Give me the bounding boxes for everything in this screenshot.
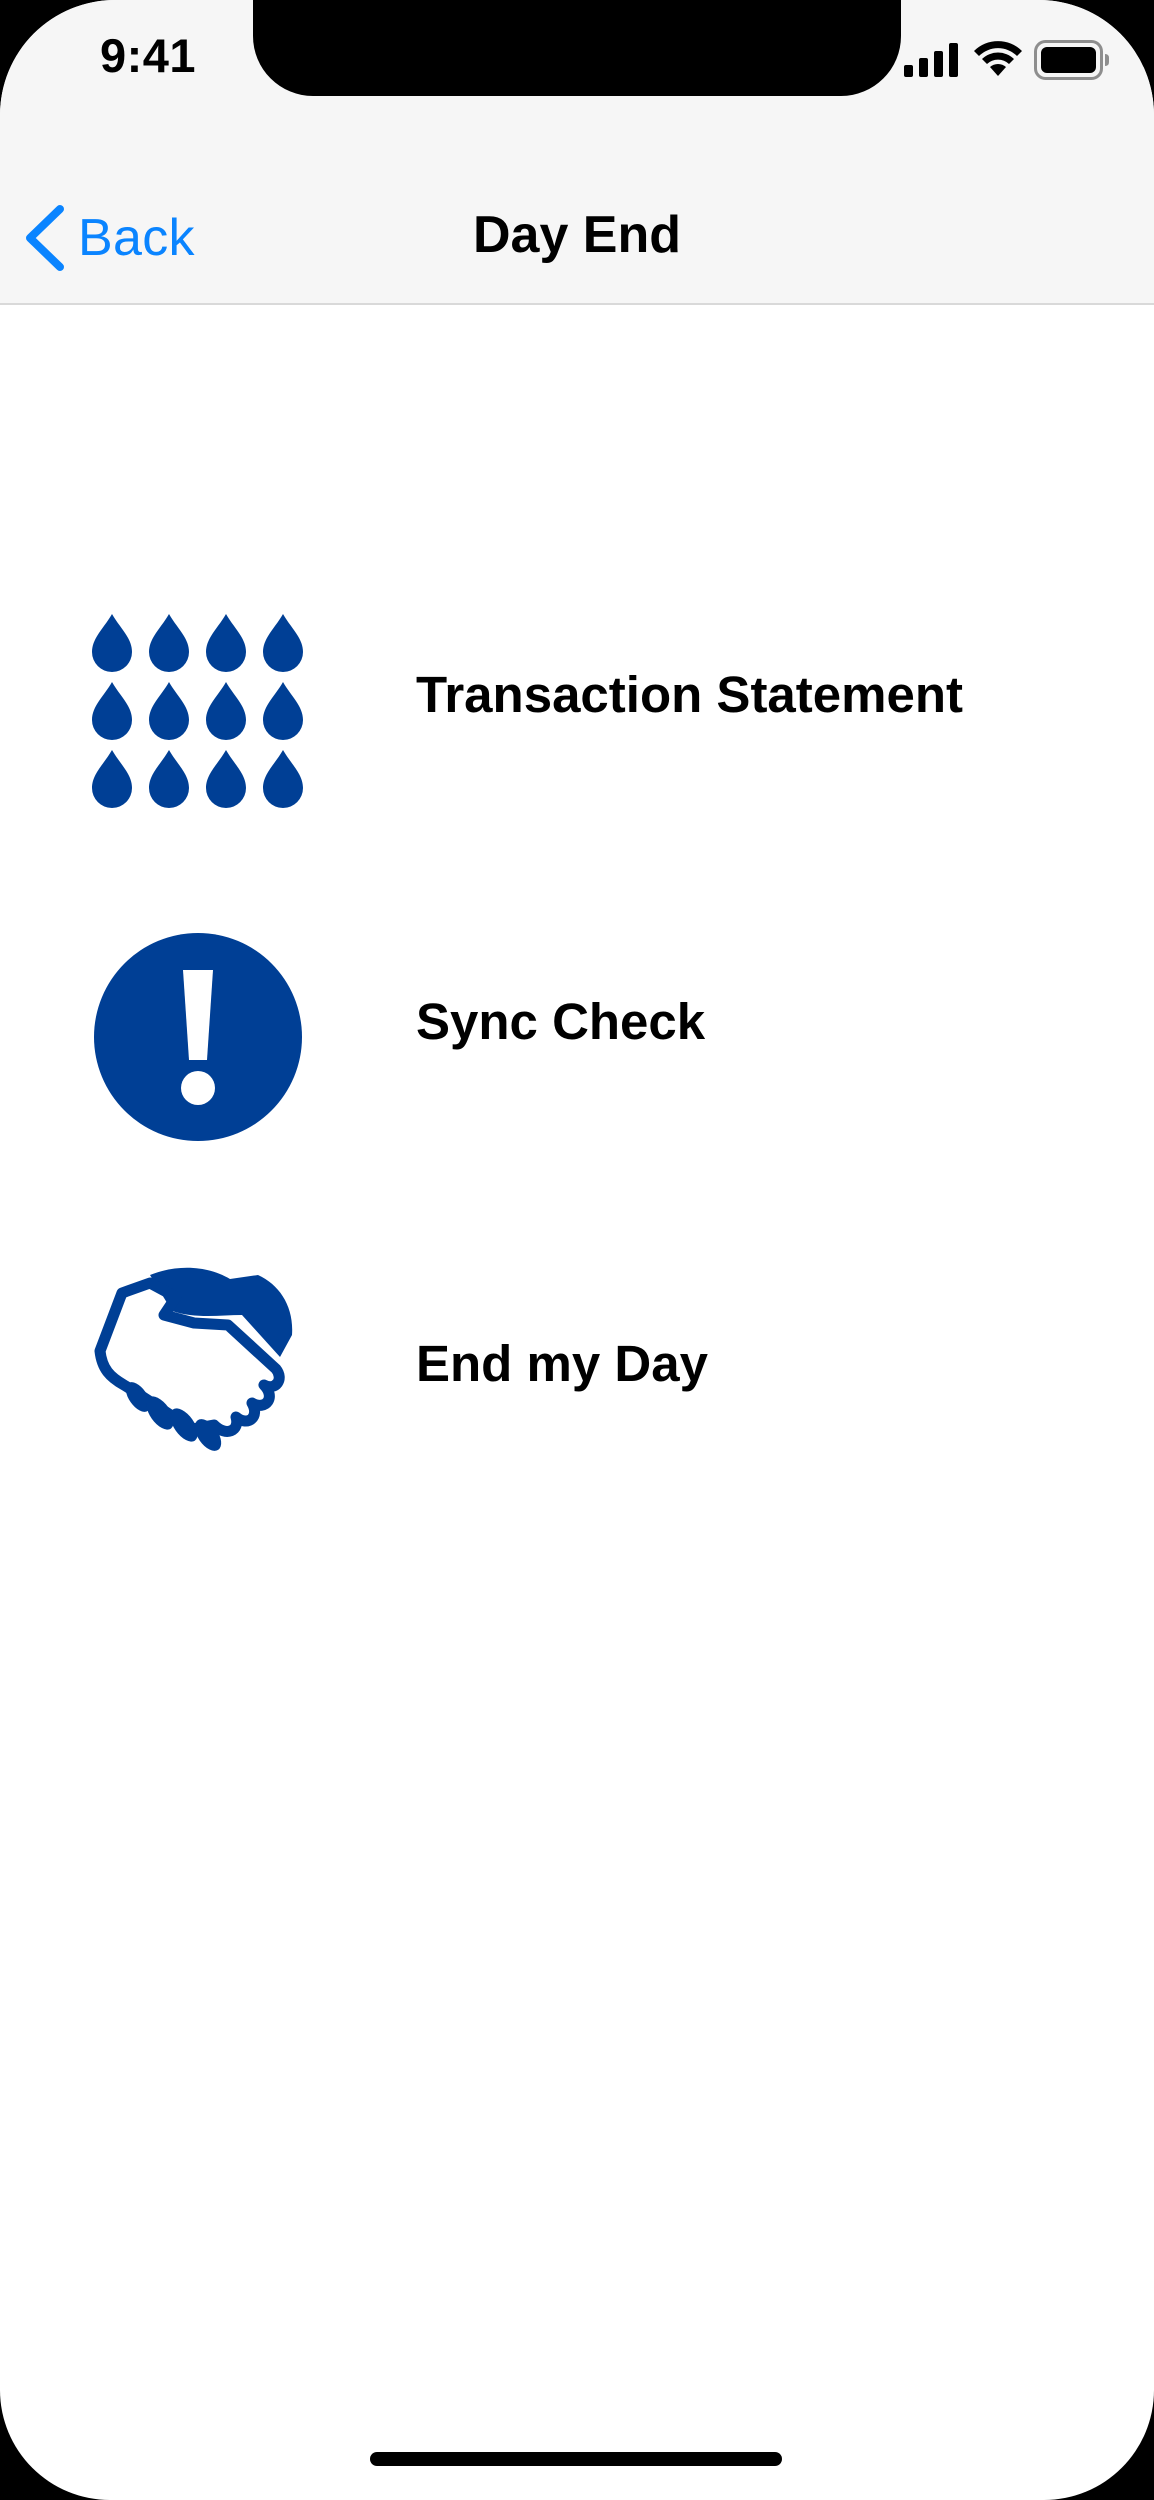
cellular-signal-icon <box>904 43 958 77</box>
battery-icon <box>1034 40 1109 80</box>
exclamation-circle-icon <box>94 933 302 1141</box>
home-indicator[interactable] <box>370 2452 782 2466</box>
menu-item-transaction-statement[interactable]: Transaction Statement <box>0 570 1154 830</box>
handshake-icon <box>94 1267 293 1451</box>
wifi-icon <box>974 41 1022 76</box>
menu-item-label: Sync Check <box>416 993 706 1050</box>
back-button[interactable]: Back <box>22 198 195 278</box>
status-time: 9:41 <box>100 29 197 82</box>
phone-screen: 9:41 Back Day End Transaction Statement … <box>0 0 1154 2500</box>
menu-item-sync-check[interactable]: Sync Check <box>0 900 1154 1160</box>
back-label: Back <box>78 209 195 267</box>
chevron-left-icon <box>26 205 64 271</box>
device-notch <box>253 0 901 96</box>
menu-item-label: End my Day <box>416 1335 708 1392</box>
drops-grid-icon <box>92 614 303 808</box>
menu-item-end-my-day[interactable]: End my Day <box>0 1240 1154 1500</box>
page-title: Day End <box>472 206 682 264</box>
menu-item-label: Transaction Statement <box>416 666 963 723</box>
header-area: 9:41 Back Day End <box>0 0 1154 305</box>
